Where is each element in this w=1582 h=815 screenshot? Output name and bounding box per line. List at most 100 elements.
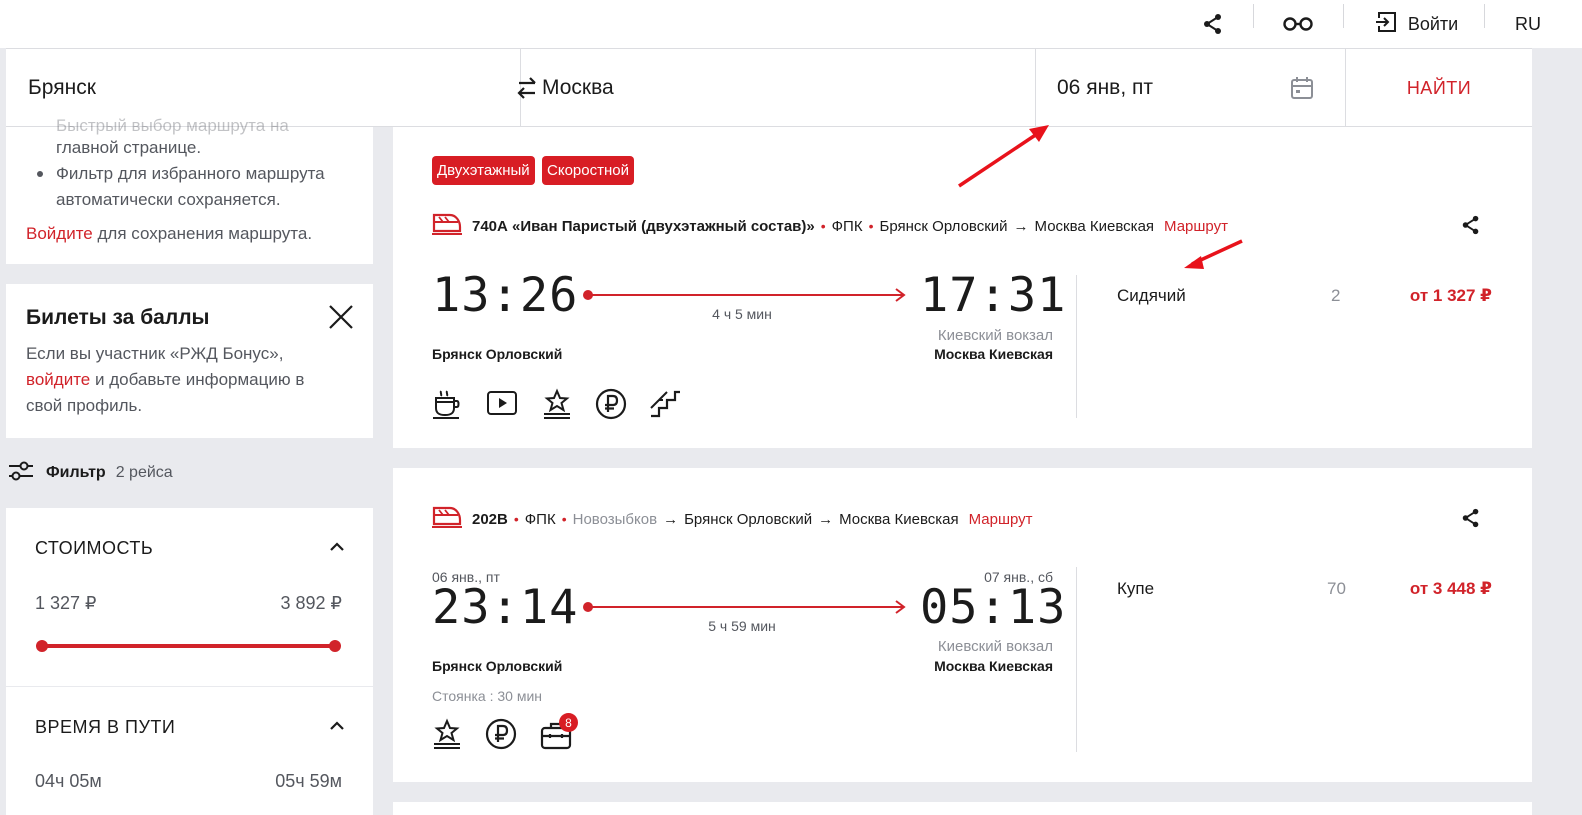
bonus-text-2: войдите и добавьте информацию в [26,367,304,393]
seats-available: 2 [1331,286,1341,305]
login-link[interactable]: Войдите [26,224,93,243]
arrow-right-icon: → [1013,217,1029,235]
train-to-station: Москва Киевская [839,510,959,528]
login-note: Войдите для сохранения маршрута. [26,221,312,247]
train-header: 202В • ФПК • Новозыбков → Брянск Орловск… [432,506,1033,531]
departure-station: Брянск Орловский [432,346,563,362]
bonus-text-3: свой профиль. [26,396,143,415]
login-note-text: для сохранения маршрута. [92,224,313,243]
arrival-vokzal: Киевский вокзал [937,327,1053,344]
ruble-coin-icon [595,388,627,425]
login-label: Войти [1407,13,1459,34]
train-number: 202В [472,510,508,528]
time-filter: ВРЕМЯ В ПУТИ 04ч 05м 05ч 59м [6,687,373,815]
arrival-station: Москва Киевская [934,346,1053,362]
find-label: НАЙТИ [1406,77,1472,98]
stop-duration: Стоянка : 30 мин [432,688,542,704]
separator-dot: • [561,511,567,527]
cost-filter: СТОИМОСТЬ 1 327 ₽ 3 892 ₽ [6,508,373,686]
train-carrier: ФПК [524,510,556,528]
feature-1-line: главной странице. [56,138,202,157]
route-link[interactable]: Маршрут [969,511,1033,528]
bonus-card: Билеты за баллы Если вы участник «РЖД Бо… [6,284,373,438]
features-card: Быстрый выбор маршрута на главной страни… [6,116,373,264]
to-value: Москва [542,76,614,99]
bonus-title: Билеты за баллы [26,306,210,329]
filter-sliders-icon [8,459,34,488]
bonus-text-1: Если вы участник «РЖД Бонус», [26,344,284,363]
arrow-right-icon: → [818,510,834,528]
calendar-icon[interactable] [1290,49,1318,127]
chevron-up-icon[interactable] [329,719,345,737]
train-origin: Новозыбков [572,510,658,528]
chevron-up-icon[interactable] [329,540,345,558]
date-field[interactable]: 06 янв, пт [1057,49,1317,127]
login-button[interactable]: Войти [1366,0,1466,48]
arrival-time: 17:31 [920,268,1067,323]
date-value: 06 янв, пт [1057,76,1153,99]
filter-label: Фильтр [46,464,106,481]
train-from-station: Брянск Орловский [879,217,1008,235]
ruble-coin-icon [485,718,517,755]
price[interactable]: от 1 327 ₽ [1410,286,1492,306]
time-min: 04ч 05м [35,771,102,791]
annotation-arrow-icon [1180,236,1246,277]
cost-max-handle[interactable] [329,640,341,652]
arrow-right-icon: → [663,510,679,528]
arrival-station: Москва Киевская [934,658,1053,674]
coffee-icon [432,388,462,425]
arrival-vokzal: Киевский вокзал [937,638,1053,655]
login-icon [1374,10,1398,39]
stairs-icon [649,389,681,424]
cost-min-handle[interactable] [36,640,48,652]
car-class[interactable]: Сидячий [1117,286,1186,306]
departure-station: Брянск Орловский [432,658,563,674]
separator-dot: • [868,218,874,234]
to-field[interactable]: Москва [542,49,1022,127]
annotation-arrow-icon [955,120,1055,195]
award-star-icon [542,388,572,425]
filter-count: 2 рейса [115,464,173,481]
train-carrier: ФПК [831,217,863,235]
divider [1076,275,1077,418]
departure-time: 13:26 [432,268,579,323]
close-icon[interactable] [328,304,354,335]
share-icon[interactable] [1460,507,1482,534]
luggage-count-badge: 8 [559,713,578,732]
language-label: RU [1515,13,1541,34]
cost-max: 3 892 ₽ [280,593,343,613]
divider [1076,567,1077,752]
time-max: 05ч 59м [275,771,342,791]
journey-line [582,600,910,619]
train-to-station: Москва Киевская [1034,217,1155,235]
feature-2-line-1: Фильтр для избранного маршрута [56,164,325,183]
language-switch[interactable]: RU [1508,0,1548,48]
badge-double-decker: Двухэтажный [432,156,535,185]
journey-line [582,288,910,307]
train-header: 740А «Иван Паристый (двухэтажный состав)… [432,213,1228,239]
cost-range-track [42,644,335,648]
bullet [37,171,43,177]
journey-duration: 4 ч 5 мин [712,306,772,322]
badge-high-speed: Скоростной [542,156,634,185]
share-icon[interactable] [1196,0,1230,48]
video-icon [486,389,518,422]
seats-available: 70 [1327,579,1346,598]
journey-duration: 5 ч 59 мин [708,618,776,634]
bonus-login-link[interactable]: войдите [26,370,90,389]
cost-title: СТОИМОСТЬ [35,538,154,558]
train-icon [432,213,462,239]
filter-toggle[interactable]: Фильтр 2 рейса [8,460,173,486]
from-value: Брянск [28,76,96,99]
find-button[interactable]: НАЙТИ [1346,49,1532,127]
car-class[interactable]: Купе [1117,579,1154,599]
departure-time: 23:14 [432,580,579,635]
accessibility-glasses-icon[interactable] [1278,0,1318,48]
cost-min: 1 327 ₽ [35,593,97,613]
top-bar: Войти RU [0,0,1582,48]
route-link[interactable]: Маршрут [1164,218,1228,235]
share-icon[interactable] [1460,214,1482,241]
train-card-next[interactable] [393,802,1532,815]
swap-icon[interactable] [510,49,544,127]
price[interactable]: от 3 448 ₽ [1410,579,1492,599]
